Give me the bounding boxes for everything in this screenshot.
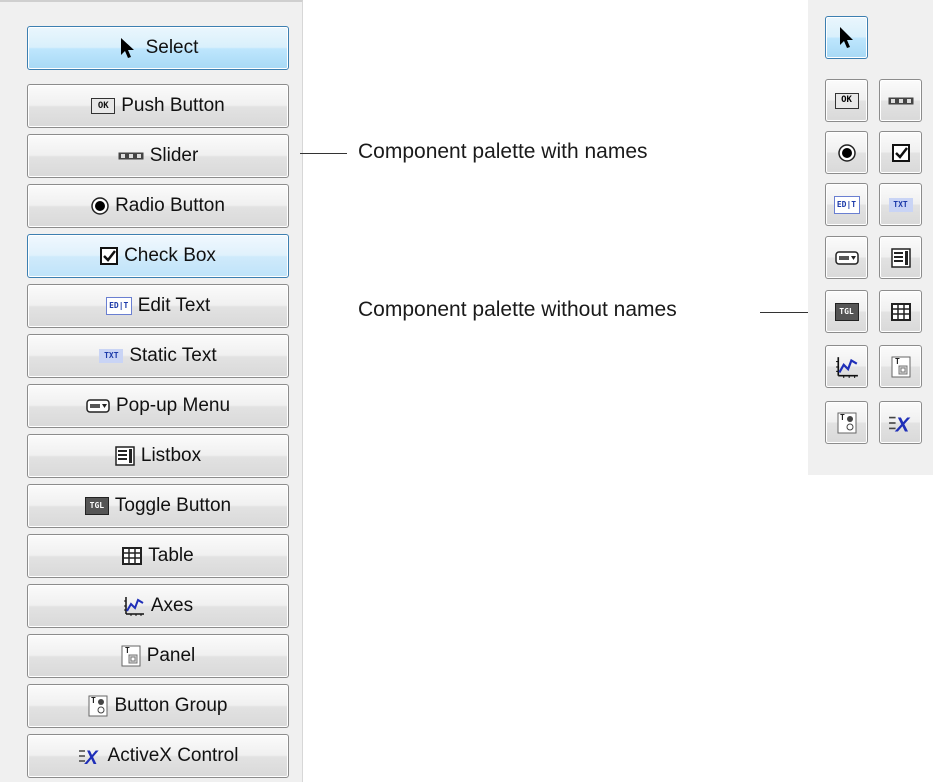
edit-text-icon-button[interactable]: ED|T <box>825 183 868 226</box>
callout-unnamed-label: Component palette without names <box>358 298 677 321</box>
popup-menu-icon <box>834 250 859 265</box>
arrow-pointer-icon <box>118 37 140 59</box>
toggle-button-tool[interactable]: TGL Toggle Button <box>27 484 289 528</box>
component-palette-with-names: Select OK Push Button Slider Radio Butto… <box>0 0 303 782</box>
toggle-icon: TGL <box>834 302 859 321</box>
radio-icon <box>837 143 856 162</box>
checkbox-icon-button[interactable] <box>879 131 922 174</box>
popup-menu-icon-button[interactable] <box>825 236 868 279</box>
panel-icon: T <box>121 645 141 667</box>
table-tool[interactable]: Table <box>27 534 289 578</box>
edit-text-icon: ED|T <box>833 195 860 214</box>
svg-text:T: T <box>840 413 845 422</box>
ok-icon: OK <box>834 92 859 109</box>
table-icon <box>890 302 911 321</box>
button-group-icon: T <box>837 412 856 433</box>
table-label: Table <box>148 545 194 566</box>
select-label: Select <box>145 37 199 58</box>
static-text-icon: TXT <box>888 197 913 212</box>
radio-icon-button[interactable] <box>825 131 868 174</box>
activex-icon: X <box>888 413 910 433</box>
select-button[interactable]: Select <box>27 26 289 70</box>
listbox-label: Listbox <box>140 445 202 466</box>
checkbox-icon <box>100 247 119 265</box>
panel-icon-button[interactable]: T <box>879 345 922 388</box>
svg-text:X: X <box>894 413 910 432</box>
svg-text:X: X <box>84 748 99 765</box>
slider-tool[interactable]: Slider <box>27 134 289 178</box>
callout-line-named <box>300 153 347 154</box>
ok-icon: OK <box>91 98 116 114</box>
slider-label: Slider <box>149 145 199 166</box>
radio-button-tool[interactable]: Radio Button <box>27 184 289 228</box>
edit-text-tool[interactable]: ED|T Edit Text <box>27 284 289 328</box>
edit-text-label: Edit Text <box>137 295 211 316</box>
popup-menu-icon <box>86 399 110 413</box>
popup-menu-label: Pop-up Menu <box>115 395 231 416</box>
check-box-label: Check Box <box>124 245 216 266</box>
popup-menu-tool[interactable]: Pop-up Menu <box>27 384 289 428</box>
listbox-icon <box>890 247 911 268</box>
radio-button-label: Radio Button <box>115 195 225 216</box>
svg-text:T: T <box>91 696 96 705</box>
button-group-tool[interactable]: T Button Group <box>27 684 289 728</box>
static-text-icon: TXT <box>99 349 124 363</box>
axes-icon <box>835 356 858 378</box>
button-group-icon: T <box>88 695 108 717</box>
listbox-tool[interactable]: Listbox <box>27 434 289 478</box>
panel-tool[interactable]: T Panel <box>27 634 289 678</box>
toggle-button-label: Toggle Button <box>114 495 232 516</box>
svg-text:T: T <box>895 357 900 366</box>
panel-icon: T <box>891 356 910 377</box>
slider-icon <box>118 151 144 161</box>
activex-icon: X <box>78 747 102 765</box>
callout-line-unnamed <box>760 312 810 313</box>
toggle-icon: TGL <box>84 497 109 515</box>
activex-control-label: ActiveX Control <box>107 745 239 766</box>
toggle-icon-button[interactable]: TGL <box>825 290 868 333</box>
static-text-tool[interactable]: TXT Static Text <box>27 334 289 378</box>
radio-icon <box>91 197 109 215</box>
button-group-label: Button Group <box>114 695 228 716</box>
check-box-tool[interactable]: Check Box <box>27 234 289 278</box>
activex-control-tool[interactable]: X ActiveX Control <box>27 734 289 778</box>
static-text-label: Static Text <box>129 345 217 366</box>
checkbox-icon <box>891 143 910 162</box>
component-palette-without-names: OK ED|T TXT TGL T T X <box>808 0 933 475</box>
callout-named-label: Component palette with names <box>358 140 648 163</box>
button-group-icon-button[interactable]: T <box>825 401 868 444</box>
listbox-icon-button[interactable] <box>879 236 922 279</box>
push-button-tool[interactable]: OK Push Button <box>27 84 289 128</box>
listbox-icon <box>115 446 135 466</box>
static-text-icon-button[interactable]: TXT <box>879 183 922 226</box>
activex-icon-button[interactable]: X <box>879 401 922 444</box>
slider-icon-button[interactable] <box>879 79 922 122</box>
edit-text-icon: ED|T <box>105 297 132 315</box>
axes-tool[interactable]: Axes <box>27 584 289 628</box>
push-button-label: Push Button <box>121 95 225 116</box>
push-button-icon-button[interactable]: OK <box>825 79 868 122</box>
table-icon <box>122 547 143 565</box>
panel-label: Panel <box>146 645 196 666</box>
slider-icon <box>888 97 913 104</box>
axes-icon-button[interactable] <box>825 345 868 388</box>
select-icon-button[interactable] <box>825 16 868 59</box>
axes-label: Axes <box>150 595 194 616</box>
svg-text:T: T <box>125 646 130 655</box>
axes-icon <box>123 596 145 616</box>
arrow-pointer-icon <box>839 26 853 48</box>
table-icon-button[interactable] <box>879 290 922 333</box>
